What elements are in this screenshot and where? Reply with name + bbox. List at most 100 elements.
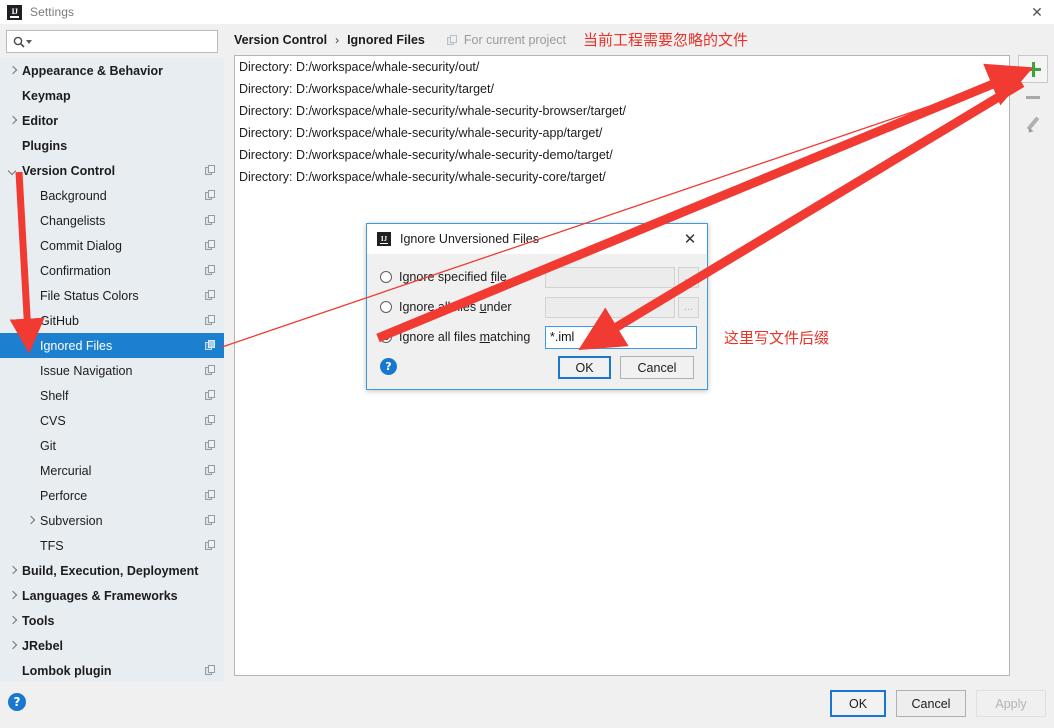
search-box[interactable] [6, 30, 218, 53]
sidebar-item-label: Issue Navigation [40, 363, 133, 378]
project-scope-icon [205, 290, 216, 301]
sidebar-item-plugins[interactable]: Plugins [0, 133, 224, 158]
option-row-all-matching[interactable]: Ignore all files matching [367, 324, 709, 350]
sidebar-item-label: Perforce [40, 488, 88, 503]
sidebar-item-label: TFS [40, 538, 64, 553]
sidebar-item-label: Lombok plugin [22, 663, 112, 678]
chevron-right-icon[interactable] [8, 66, 18, 76]
radio-ignore-all-under[interactable] [380, 301, 392, 313]
breadcrumb-parent[interactable]: Version Control [234, 33, 327, 47]
apply-button: Apply [976, 690, 1046, 717]
dialog-cancel-button[interactable]: Cancel [620, 356, 694, 379]
project-scope-icon [205, 490, 216, 501]
cancel-button[interactable]: Cancel [896, 690, 966, 717]
chevron-right-icon[interactable] [8, 116, 18, 126]
sidebar-item-version-control[interactable]: Version Control [0, 158, 224, 183]
sidebar-item-changelists[interactable]: Changelists [0, 208, 224, 233]
chevron-down-icon[interactable] [8, 166, 18, 176]
project-scope-icon [446, 34, 458, 46]
remove-icon[interactable] [1018, 83, 1048, 111]
chevron-right-icon[interactable] [8, 591, 18, 601]
chevron-right-icon[interactable] [8, 566, 18, 576]
sidebar-item-commit-dialog[interactable]: Commit Dialog [0, 233, 224, 258]
sidebar-item-mercurial[interactable]: Mercurial [0, 458, 224, 483]
ignored-list-item[interactable]: Directory: D:/workspace/whale-security/w… [235, 144, 1009, 166]
radio-ignore-specified-file[interactable] [380, 271, 392, 283]
sidebar-item-shelf[interactable]: Shelf [0, 383, 224, 408]
chevron-right-icon[interactable] [26, 516, 36, 526]
ok-button[interactable]: OK [830, 690, 886, 717]
ignored-list-item[interactable]: Directory: D:/workspace/whale-security/w… [235, 166, 1009, 188]
sidebar-item-perforce[interactable]: Perforce [0, 483, 224, 508]
sidebar-item-label: Git [40, 438, 56, 453]
ignored-list-item[interactable]: Directory: D:/workspace/whale-security/o… [235, 56, 1009, 78]
ignored-list-item[interactable]: Directory: D:/workspace/whale-security/t… [235, 78, 1009, 100]
sidebar-item-cvs[interactable]: CVS [0, 408, 224, 433]
sidebar-item-ignored-files[interactable]: Ignored Files [0, 333, 224, 358]
sidebar-item-label: Subversion [40, 513, 103, 528]
ignored-list-item[interactable]: Directory: D:/workspace/whale-security/w… [235, 122, 1009, 144]
minus-glyph [1026, 95, 1040, 99]
field-all-under [545, 296, 675, 318]
window-title: Settings [30, 5, 75, 19]
settings-tree[interactable]: Appearance & Behavior Keymap Editor Plugins… [0, 58, 224, 682]
ignored-list-item[interactable]: Directory: D:/workspace/whale-security/w… [235, 100, 1009, 122]
pattern-input[interactable] [545, 325, 697, 349]
option-row-specified-file[interactable]: Ignore specified file ... [367, 264, 709, 290]
dialog-titlebar: IJ Ignore Unversioned Files ✕ [367, 224, 707, 254]
sidebar-item-label: Commit Dialog [40, 238, 122, 253]
sidebar-item-tools[interactable]: Tools [0, 608, 224, 633]
help-icon[interactable]: ? [8, 693, 26, 711]
breadcrumb: Version Control › Ignored Files For curr… [234, 30, 566, 50]
sidebar-item-label: JRebel [22, 638, 63, 653]
list-toolbar [1017, 55, 1049, 139]
add-icon[interactable] [1018, 55, 1048, 83]
label-ignore-all-matching: Ignore all files matching [399, 330, 531, 344]
project-scope-icon [205, 315, 216, 326]
sidebar-item-lombok-plugin[interactable]: Lombok plugin [0, 658, 224, 682]
chevron-right-icon[interactable] [8, 616, 18, 626]
sidebar-item-build-execution-deployment[interactable]: Build, Execution, Deployment [0, 558, 224, 583]
breadcrumb-separator: › [335, 33, 340, 47]
sidebar-item-issue-navigation[interactable]: Issue Navigation [0, 358, 224, 383]
sidebar-item-file-status-colors[interactable]: File Status Colors [0, 283, 224, 308]
sidebar-item-editor[interactable]: Editor [0, 108, 224, 133]
sidebar-item-jrebel[interactable]: JRebel [0, 633, 224, 658]
project-scope-icon [205, 215, 216, 226]
option-row-all-under[interactable]: Ignore all files under ... [367, 294, 709, 320]
sidebar-item-languages-frameworks[interactable]: Languages & Frameworks [0, 583, 224, 608]
dialog-ok-button[interactable]: OK [558, 356, 611, 379]
sidebar-item-background[interactable]: Background [0, 183, 224, 208]
project-scope-icon [205, 365, 216, 376]
sidebar-item-subversion[interactable]: Subversion [0, 508, 224, 533]
dialog-logo-text: IJ [380, 234, 388, 243]
sidebar-item-git[interactable]: Git [0, 433, 224, 458]
edit-icon[interactable] [1018, 111, 1048, 139]
project-scope-icon [205, 415, 216, 426]
sidebar-item-appearance-behavior[interactable]: Appearance & Behavior [0, 58, 224, 83]
project-scope-icon [205, 540, 216, 551]
sidebar-item-tfs[interactable]: TFS [0, 533, 224, 558]
pencil-glyph [1025, 117, 1041, 133]
chevron-down-icon[interactable] [26, 39, 32, 44]
close-icon[interactable]: ✕ [679, 228, 701, 250]
project-scope-icon [205, 240, 216, 251]
chevron-right-icon[interactable] [8, 641, 18, 651]
sidebar-item-label: Shelf [40, 388, 69, 403]
sidebar-item-confirmation[interactable]: Confirmation [0, 258, 224, 283]
search-input[interactable] [36, 33, 217, 50]
sidebar-item-label: Version Control [22, 163, 116, 178]
project-scope-icon [205, 190, 216, 201]
sidebar-item-keymap[interactable]: Keymap [0, 83, 224, 108]
radio-ignore-all-matching[interactable] [380, 331, 392, 343]
sidebar-item-github[interactable]: GitHub [0, 308, 224, 333]
help-icon[interactable]: ? [380, 358, 397, 375]
close-icon[interactable]: ✕ [1020, 0, 1054, 24]
